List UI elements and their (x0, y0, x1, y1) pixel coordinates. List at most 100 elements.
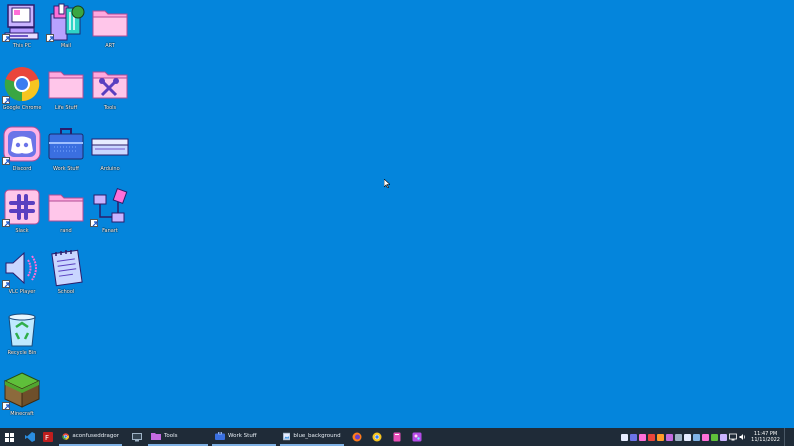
discord-shortcut[interactable]: Discord (0, 125, 44, 183)
desktop-icon-label: Fanart (102, 228, 118, 234)
slack-shortcut[interactable]: Slack (0, 187, 44, 245)
firefox-taskbar-button[interactable] (348, 428, 366, 446)
slack-icon (2, 187, 42, 227)
task-label: Work Stuff (228, 433, 257, 439)
chrome-taskbar-button[interactable] (368, 428, 386, 446)
notion-taskbar-button[interactable] (388, 428, 406, 446)
computer-icon (2, 2, 42, 42)
folder-icon (151, 433, 161, 440)
shortcut-arrow-icon (90, 219, 98, 227)
art-folder[interactable]: ART (88, 2, 132, 60)
shortcut-arrow-icon (2, 280, 10, 288)
volume-icon[interactable] (739, 433, 747, 441)
desktop-icon-label: Minecraft (10, 411, 34, 417)
tray-app-icon[interactable] (684, 433, 692, 441)
clock-date: 11/11/2022 (751, 437, 780, 443)
vscode-icon (25, 432, 35, 442)
work-stuff-folder[interactable]: Work Stuff (44, 125, 88, 183)
shortcut-arrow-icon (2, 34, 10, 42)
shortcut-arrow-icon (2, 157, 10, 165)
tray-app-icon[interactable] (648, 433, 656, 441)
chrome-taskbar-task[interactable]: aconfuseddragon (... (59, 428, 122, 446)
desktop-icon-label: Recycle Bin (7, 350, 37, 356)
tray-app-icon[interactable] (639, 433, 647, 441)
tools-folder-icon (90, 64, 130, 104)
rand-folder[interactable]: rand (44, 187, 88, 245)
tray-app-icon[interactable] (720, 433, 728, 441)
minecraft-shortcut[interactable]: Minecraft (0, 370, 44, 428)
tray-app-icon[interactable] (621, 433, 629, 441)
paint-app-taskbar-button[interactable] (408, 428, 426, 446)
tray-app-icon[interactable] (711, 433, 719, 441)
tray-discord-icon[interactable] (630, 433, 638, 441)
chrome-icon (2, 64, 42, 104)
desktop-icon-label: Slack (15, 228, 29, 234)
desktop-icon-label: Work Stuff (53, 166, 79, 172)
tools-taskbar-task[interactable]: Tools (148, 428, 208, 446)
mail-icon (46, 2, 86, 42)
tray-onedrive-icon[interactable] (693, 433, 701, 441)
screen-app-taskbar-button[interactable] (128, 428, 146, 446)
svg-text:F: F (45, 434, 49, 442)
show-desktop-button[interactable] (784, 428, 790, 446)
mouse-cursor-icon (383, 173, 391, 192)
desktop-icon-label: This PC (12, 43, 32, 49)
shortcut-arrow-icon (2, 219, 10, 227)
notepad-icon (46, 248, 86, 288)
windows-logo-icon (4, 432, 14, 442)
fanart-shortcut[interactable]: Fanart (88, 187, 132, 245)
tray-app-icon[interactable] (657, 433, 665, 441)
firefox-icon (352, 432, 362, 442)
taskbar-clock[interactable]: 11:47 PM 11/11/2022 (751, 431, 780, 443)
life-stuff-folder[interactable]: Life Stuff (44, 64, 88, 122)
vlc-player-shortcut[interactable]: VLC Player (0, 248, 44, 306)
desktop-icon-label: Arduino (100, 166, 120, 172)
start-button[interactable] (0, 428, 18, 446)
arduino-shortcut[interactable]: Arduino (88, 125, 132, 183)
desktop-icon-label: ART (105, 43, 115, 49)
tray-app-icon[interactable] (702, 433, 710, 441)
recycle-bin-icon (2, 309, 42, 349)
shortcut-arrow-icon (46, 34, 54, 42)
filezilla-icon: F (43, 432, 53, 442)
folder-icon (90, 2, 130, 42)
bookmark-app-icon (393, 432, 401, 442)
monitor-icon (132, 432, 142, 441)
briefcase-icon (46, 125, 86, 165)
mail-shortcut[interactable]: Mail (44, 2, 88, 60)
desktop-icon-label: VLC Player (8, 289, 36, 295)
network-icon (90, 187, 130, 227)
desktop-icon-label: Discord (12, 166, 32, 172)
folder-icon (46, 64, 86, 104)
minecraft-icon (2, 370, 42, 410)
briefcase-icon (215, 432, 225, 440)
vscode-taskbar-button[interactable] (21, 428, 39, 446)
desktop-icon-label: School (57, 289, 75, 295)
speaker-icon (2, 248, 42, 288)
blue-background-taskbar-task[interactable]: blue_background.p... (280, 428, 344, 446)
task-label: aconfuseddragon (... (72, 433, 119, 439)
chrome-icon (62, 432, 70, 440)
this-pc-shortcut[interactable]: This PC (0, 2, 44, 60)
filezilla-taskbar-button[interactable]: F (39, 428, 57, 446)
tray-app-icon[interactable] (675, 433, 683, 441)
discord-icon (2, 125, 42, 165)
work-stuff-taskbar-task[interactable]: Work Stuff (212, 428, 276, 446)
school-folder[interactable]: School (44, 248, 88, 306)
tray-app-icon[interactable] (666, 433, 674, 441)
google-chrome-shortcut[interactable]: Google Chrome (0, 64, 44, 122)
desktop-icon-label: Tools (103, 105, 117, 111)
desktop[interactable]: This PC Mail ART Google Chrome Life Stuf… (0, 0, 794, 428)
recycle-bin[interactable]: Recycle Bin (0, 309, 44, 367)
tools-folder[interactable]: Tools (88, 64, 132, 122)
desktop-icon-label: rand (60, 228, 72, 234)
paint-icon (412, 432, 422, 442)
network-icon[interactable] (729, 433, 738, 441)
chrome-icon (372, 432, 382, 442)
shortcut-arrow-icon (2, 402, 10, 410)
shortcut-arrow-icon (2, 96, 10, 104)
task-label: blue_background.p... (293, 433, 341, 439)
image-file-icon (283, 432, 291, 440)
desktop-icon-label: Life Stuff (54, 105, 78, 111)
desktop-icon-label: Mail (60, 43, 72, 49)
